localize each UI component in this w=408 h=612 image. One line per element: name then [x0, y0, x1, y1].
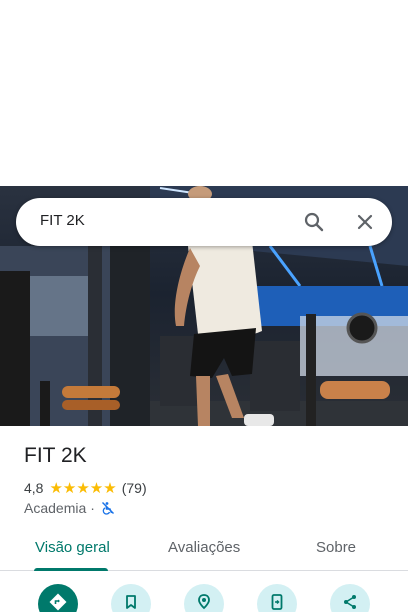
star-rating: ★★★★★	[49, 480, 117, 497]
tab-about[interactable]: Sobre	[316, 539, 356, 556]
place-title: FIT 2K	[24, 444, 87, 467]
place-tabs: Visão geral Avaliações Sobre	[0, 528, 408, 571]
active-tab-indicator	[34, 568, 108, 571]
search-bar[interactable]: FIT 2K	[16, 198, 392, 246]
save-button[interactable]	[111, 584, 151, 612]
category-row: Academia ·	[24, 499, 115, 517]
close-icon[interactable]	[353, 210, 377, 234]
review-count[interactable]: (79)	[122, 480, 147, 496]
share-button[interactable]	[330, 584, 370, 612]
action-buttons	[0, 584, 408, 612]
search-input[interactable]: FIT 2K	[40, 212, 85, 229]
rating-row[interactable]: 4,8 ★★★★★ (79)	[24, 479, 147, 497]
rating-value: 4,8	[24, 480, 44, 496]
no-wheelchair-access-icon[interactable]	[101, 501, 115, 515]
tab-overview[interactable]: Visão geral	[35, 539, 110, 556]
nearby-icon	[198, 594, 210, 610]
search-icon[interactable]	[302, 210, 326, 234]
send-to-phone-icon	[271, 594, 283, 610]
directions-icon	[49, 593, 67, 611]
tab-reviews[interactable]: Avaliações	[168, 539, 240, 556]
place-category[interactable]: Academia	[24, 500, 86, 516]
directions-button[interactable]	[38, 584, 78, 612]
send-to-phone-button[interactable]	[257, 584, 297, 612]
share-icon	[344, 595, 356, 609]
blank-area	[0, 0, 408, 186]
bookmark-icon	[126, 595, 136, 609]
separator: ·	[90, 500, 95, 516]
nearby-button[interactable]	[184, 584, 224, 612]
